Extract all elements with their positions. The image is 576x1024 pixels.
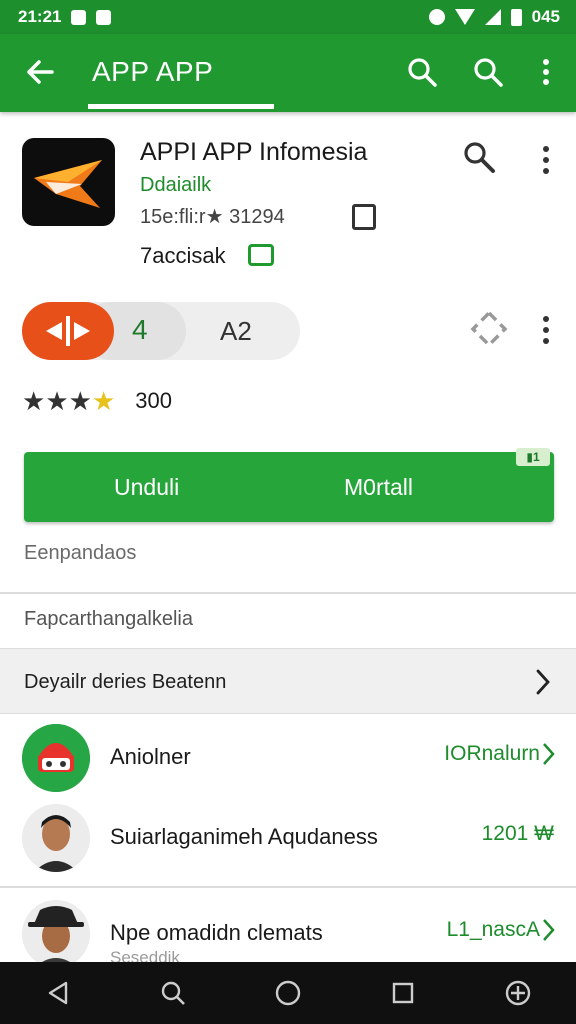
nav-add-icon: [506, 980, 531, 1006]
notification-icon: [71, 9, 87, 25]
nav-search-icon: [161, 981, 185, 1005]
app-header: APPI APP Infomesia Ddaiailk 15e:fli:r★ 3…: [0, 112, 576, 292]
list-item-value: 1201 ₩: [481, 822, 554, 845]
nav-search-button[interactable]: [151, 971, 195, 1015]
avatar: [22, 724, 90, 792]
star-icon: ★: [68, 386, 92, 416]
tag-badge-icon: [248, 244, 274, 266]
app-meta: 15e:fli:r★ 31294: [140, 206, 285, 228]
star-rating: ★ ★ ★ ★ 300: [22, 388, 172, 414]
header-search-icon[interactable]: [460, 138, 498, 176]
nav-add-button[interactable]: [496, 971, 540, 1015]
chevron-right-icon: [536, 669, 550, 695]
battery-icon: [510, 8, 522, 26]
status-bar: 21:21 045: [0, 0, 576, 34]
wifi-icon: [454, 9, 475, 25]
search-icon-2[interactable]: [470, 54, 506, 90]
rating-badge-icon: [46, 316, 90, 346]
star-icon: ★: [91, 386, 116, 416]
divider: [0, 886, 576, 888]
app-bar-title: APP APP: [92, 56, 214, 87]
robot-avatar-icon: [22, 724, 90, 792]
nav-home-button[interactable]: [266, 971, 310, 1015]
rating-value-1: 4: [132, 314, 148, 345]
app-tag: 7accisak: [140, 243, 226, 268]
nav-back-icon: [48, 981, 67, 1005]
details-row-label: Deyailr deries Beatenn: [24, 671, 227, 693]
list-item-name: Aniolner: [110, 744, 191, 769]
list-item-name: Suiarlaganimeh Aqudaness: [110, 824, 378, 849]
star-icon: ★: [22, 386, 46, 416]
app-developer[interactable]: Ddaiailk: [140, 174, 211, 197]
avatar: [22, 804, 90, 872]
nav-recents-icon: [392, 982, 414, 1004]
status-right-text: 045: [531, 7, 560, 26]
install-left-label[interactable]: Unduli: [114, 474, 179, 501]
install-badge: ▮1: [516, 448, 550, 466]
tab-indicator: [88, 104, 274, 109]
rating-value-2: A2: [220, 316, 252, 346]
list-item-value: IORnalurn: [444, 742, 540, 765]
move-icon[interactable]: [470, 310, 508, 348]
list-item-name: Npe omadidn clemats: [110, 920, 323, 945]
divider: [0, 592, 576, 594]
app-logo-icon: [34, 160, 102, 208]
header-more-icon[interactable]: [542, 146, 550, 174]
details-row[interactable]: Deyailr deries Beatenn: [0, 648, 576, 714]
nav-home-icon: [275, 980, 301, 1006]
alarm-icon: [428, 9, 445, 25]
search-icon[interactable]: [404, 54, 440, 90]
app-bar: APP APP: [0, 34, 576, 112]
notification-icon-2: [96, 9, 112, 25]
status-time: 21:21: [18, 7, 62, 26]
install-separator: [268, 460, 270, 514]
status-left: 21:21: [18, 7, 112, 27]
rating-count: 300: [135, 388, 172, 413]
section-label-2: Fapcarthangalkelia: [24, 608, 193, 630]
list-item-value: L1_nascA: [446, 918, 540, 941]
app-name: APPI APP Infomesia: [140, 138, 368, 166]
list-item[interactable]: Suiarlaganimeh Aqudaness 1201 ₩: [0, 796, 576, 882]
star-icon: ★: [45, 386, 69, 416]
nav-back-button[interactable]: [36, 971, 80, 1015]
rating-pill-badge[interactable]: [22, 302, 114, 360]
avatar: [22, 900, 90, 968]
section-label-1: Eenpandaos: [24, 542, 137, 564]
navigation-bar: [0, 962, 576, 1024]
install-right-label[interactable]: M0rtall: [344, 474, 413, 501]
back-arrow-icon[interactable]: [22, 54, 58, 90]
status-right: 045: [428, 7, 560, 27]
person-avatar-icon: [22, 804, 90, 872]
signal-icon: [484, 9, 501, 25]
person-avatar-icon: [22, 900, 90, 968]
content-rating-icon: [352, 204, 376, 230]
rating-pill: 4 A2: [22, 302, 300, 360]
install-button[interactable]: Unduli M0rtall ▮1: [24, 448, 554, 522]
nav-recents-button[interactable]: [381, 971, 425, 1015]
app-icon[interactable]: [22, 138, 115, 226]
more-vert-icon[interactable]: [528, 54, 564, 90]
chevron-right-icon: [543, 919, 555, 941]
list-item[interactable]: Aniolner IORnalurn: [0, 716, 576, 802]
rating-more-icon[interactable]: [542, 316, 550, 344]
chevron-right-icon: [543, 743, 555, 765]
